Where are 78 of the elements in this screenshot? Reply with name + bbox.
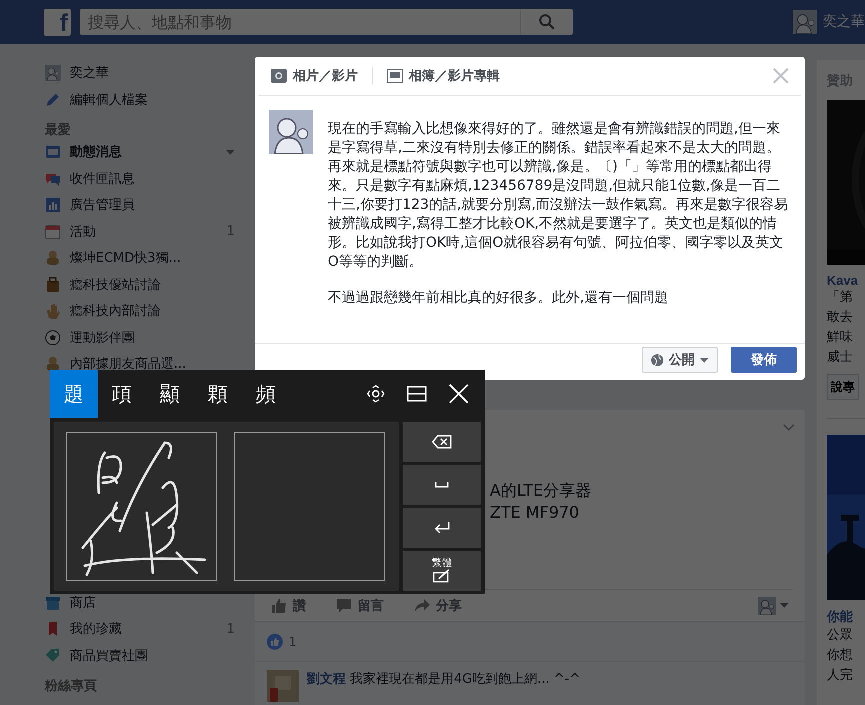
action-button[interactable]: 分享: [414, 596, 462, 615]
sidebar-item[interactable]: 收件匣訊息: [45, 166, 245, 192]
action-button[interactable]: 讚: [271, 596, 306, 615]
author-link[interactable]: 劉文程: [307, 672, 346, 687]
pen-icon: [433, 569, 451, 583]
sidebar-item[interactable]: 癮科技內部討論: [45, 298, 245, 324]
like-count[interactable]: 1: [289, 634, 297, 649]
hand-icon: [45, 303, 61, 320]
candidate-button[interactable]: 題: [50, 370, 98, 418]
group-icon: [45, 250, 61, 266]
ad-title[interactable]: 你能: [827, 608, 865, 626]
ad-text: 你想: [827, 647, 854, 665]
backspace-icon: [432, 435, 452, 449]
writing-area[interactable]: [54, 422, 399, 591]
tag-icon: [45, 648, 61, 664]
space-icon: [435, 482, 449, 488]
user-avatar[interactable]: [793, 10, 817, 34]
dock-icon[interactable]: [407, 386, 427, 402]
share-arrow-icon: [414, 598, 430, 614]
like-icon: [267, 634, 283, 650]
pencil-icon: [45, 92, 61, 108]
audience-selector[interactable]: [758, 596, 789, 615]
ad-text: 鮮味: [827, 329, 854, 347]
sidebar-item[interactable]: 商品買賣社團: [45, 642, 245, 669]
newspaper-icon: [45, 144, 61, 160]
backspace-key[interactable]: [403, 422, 481, 462]
caret-icon: [700, 358, 709, 362]
action-button[interactable]: 留言: [336, 596, 384, 615]
ad-button[interactable]: 說專: [827, 374, 859, 400]
ad-text: 「第: [827, 289, 854, 307]
sidebar-item[interactable]: 廣告管理員: [45, 192, 245, 218]
post-text-line: A的LTE分享器: [490, 480, 593, 502]
globe-icon: [651, 354, 664, 366]
sidebar-item[interactable]: 動態消息: [45, 139, 245, 166]
audience-dropdown[interactable]: 公開: [642, 347, 718, 373]
search-button[interactable]: [520, 9, 573, 35]
sidebar-item[interactable]: 奕之華: [45, 60, 245, 86]
paragraph: 現在的手寫輸入比想像來得好的了。雖然還是會有辨識錯誤的問題,但一來是字寫得草,二來沒有特別去修正的關係。錯誤率看起來不是太大的問題。再來就是標點符號與數字也可以辨識,像是。〔)「」等常用的標點都出得來。只是數字有點麻煩,123456789是沒問題,但就只能1位數,像是一百二十三,你要打123的話,就要分別寫,而沒辦法一鼓作氣寫。再來是數字很容易被辨識成國字,寫得工整才比較OK,不然就是要選字了。英文也是類似的情形。比如說我打OK時,這個O就很容易有句號、阿拉伯零、國字零以及英文O等等的判斷。: [328, 120, 790, 272]
sidebar-item[interactable]: 商店: [45, 590, 245, 616]
logo[interactable]: f: [44, 8, 71, 36]
ad-text: 敢去: [827, 309, 854, 327]
post-button[interactable]: 發佈: [731, 347, 797, 373]
thumbs-up-icon: [271, 598, 287, 614]
search-icon[interactable]: [539, 14, 555, 30]
sidebar-item[interactable]: 編輯個人檔案: [45, 86, 245, 113]
mode-key[interactable]: 繁體: [403, 551, 481, 591]
chevron-icon[interactable]: [783, 424, 795, 432]
enter-icon: [434, 522, 450, 534]
sidebar-item[interactable]: 癮科技優站討論: [45, 272, 245, 298]
avatar-icon[interactable]: [267, 670, 299, 702]
bag-icon: [45, 276, 61, 293]
composer-tab[interactable]: 相簿／影片專輯: [372, 67, 514, 85]
candidate-button[interactable]: 頻: [242, 370, 290, 418]
shop-icon: [45, 594, 61, 611]
avatar-icon[interactable]: [758, 596, 776, 615]
paragraph: 不過過跟戀幾年前相比真的好很多。此外,還有一個問題: [328, 289, 670, 308]
composer-tab[interactable]: 相片／影片: [271, 67, 372, 85]
user-name[interactable]: 奕之華: [823, 13, 865, 31]
calendar-icon: [45, 224, 61, 240]
ball-icon: [45, 330, 61, 346]
comment-icon: [336, 598, 352, 614]
group-icon: [45, 356, 61, 372]
post-text-line: ZTE MF970: [490, 502, 580, 524]
ad-text: 公眾: [827, 627, 854, 645]
caret-icon[interactable]: [226, 150, 235, 155]
album-icon: [387, 69, 403, 83]
sidebar-item[interactable]: 運動影伴團: [45, 324, 245, 351]
camera-icon: [271, 69, 287, 83]
ad-text: 人完: [827, 667, 854, 685]
user-avatar[interactable]: [269, 110, 313, 154]
sidebar-item[interactable]: 燦坤ECMD快3獨...: [45, 245, 245, 272]
ad-text: 威士: [827, 349, 854, 367]
comment-text: 劉文程 我家裡現在都是用4G吃到飽上網... ^-^: [307, 670, 580, 689]
avatar-icon[interactable]: [45, 65, 61, 82]
bar-chart-icon: [45, 197, 61, 214]
move-icon[interactable]: [367, 385, 385, 403]
caret-icon: [780, 603, 789, 608]
ad-title[interactable]: Kava: [827, 273, 865, 288]
